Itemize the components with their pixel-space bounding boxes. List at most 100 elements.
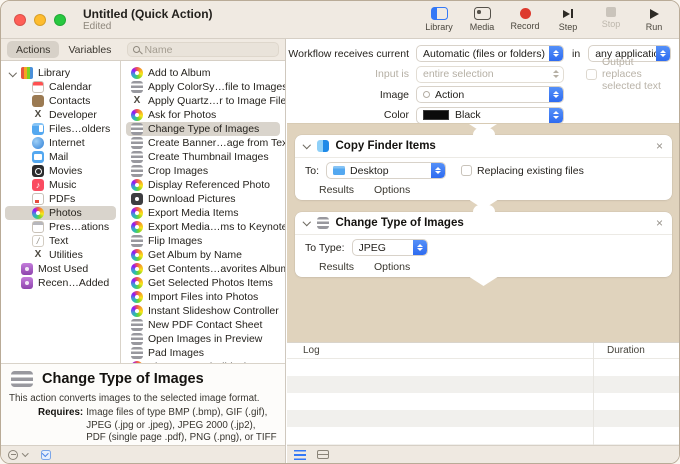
replacing-files-checkbox[interactable] [461, 165, 472, 176]
mail-icon [32, 151, 44, 163]
sidebar-item-utilities[interactable]: XUtilities [1, 248, 120, 262]
sidebar-item-photos[interactable]: Photos [5, 206, 116, 220]
action-item-display-referenced-photo[interactable]: Display Referenced Photo [121, 178, 285, 192]
sidebar-item-label: Utilities [49, 249, 83, 261]
description-body: This action converts images to the selec… [9, 393, 277, 404]
search-field[interactable] [127, 42, 279, 57]
action-item-label: Get Album by Name [148, 249, 242, 261]
chevron-down-icon[interactable] [22, 450, 28, 456]
action-item-pad-images[interactable]: Pad Images [121, 346, 285, 360]
sidebar-item-pres-ations[interactable]: Pres…ations [1, 220, 120, 234]
sidebar-item-most-used[interactable]: Most Used [1, 262, 120, 276]
step-toolbar-button[interactable]: Step [553, 7, 583, 32]
photos-icon [32, 207, 44, 219]
action-item-create-thumbnail-images[interactable]: Create Thumbnail Images [121, 150, 285, 164]
sidebar-item-calendar[interactable]: Calendar [1, 80, 120, 94]
sidebar-item-pdfs[interactable]: PDFs [1, 192, 120, 206]
window-title: Untitled (Quick Action) [83, 7, 213, 21]
action-item-get-selected-photos-items[interactable]: Get Selected Photos Items [121, 276, 285, 290]
color-popup[interactable]: Black [416, 107, 564, 124]
action-menu-icon[interactable] [8, 450, 18, 460]
traffic-lights [14, 14, 66, 26]
image-type-popup[interactable]: JPEG [352, 239, 428, 256]
action-item-ask-for-photos[interactable]: Ask for Photos [121, 108, 285, 122]
popup-stepper-icon [549, 46, 563, 61]
action-item-label: Import Files into Photos [148, 291, 258, 303]
action-item-change-type-of-images[interactable]: Change Type of Images [126, 122, 280, 136]
sidebar-item-label: Calendar [49, 81, 92, 93]
action-item-crop-images[interactable]: Crop Images [121, 164, 285, 178]
remove-action-button[interactable]: × [656, 216, 663, 230]
run-toolbar-button[interactable]: Run [639, 7, 669, 32]
action-item-download-pictures[interactable]: Download Pictures [121, 192, 285, 206]
record-toolbar-label: Record [510, 21, 539, 31]
results-link[interactable]: Results [319, 184, 354, 196]
action-item-import-files-into-photos[interactable]: Import Files into Photos [121, 290, 285, 304]
action-item-apply-colorsy-file-to-images[interactable]: Apply ColorSy…file to Images [121, 80, 285, 94]
sidebar-item-label: Mail [49, 151, 68, 163]
tab-actions[interactable]: Actions [7, 41, 59, 58]
sidebar-item-files-olders[interactable]: Files…olders [1, 122, 120, 136]
results-link[interactable]: Results [319, 261, 354, 273]
replacing-files-checkbox-group[interactable]: Replacing existing files [461, 165, 584, 177]
sidebar-item-label: Library [38, 67, 70, 79]
chevron-down-icon[interactable] [9, 68, 17, 76]
workflow-receives-popup[interactable]: Automatic (files or folders) [416, 45, 564, 62]
options-link[interactable]: Options [374, 261, 410, 273]
collapse-chevron-icon[interactable] [303, 218, 311, 226]
sidebar-item-library[interactable]: Library [1, 66, 120, 80]
destination-popup[interactable]: Desktop [326, 162, 446, 179]
convert-icon [131, 235, 143, 247]
action-item-create-banner-age-from-text[interactable]: Create Banner…age from Text [121, 136, 285, 150]
image-popup[interactable]: Action [416, 86, 564, 103]
action-item-open-images-in-preview[interactable]: Open Images in Preview [121, 332, 285, 346]
collapse-chevron-icon[interactable] [303, 141, 311, 149]
action-item-apply-quartz-r-to-image-files[interactable]: XApply Quartz…r to Image Files [121, 94, 285, 108]
record-toolbar-button[interactable]: Record [510, 7, 540, 32]
minimize-window-button[interactable] [34, 14, 46, 26]
action-item-label: Create Thumbnail Images [148, 151, 269, 163]
close-window-button[interactable] [14, 14, 26, 26]
action-item-export-media-items[interactable]: Export Media Items [121, 206, 285, 220]
folderdoc-icon [32, 123, 44, 135]
action-item-get-album-by-name[interactable]: Get Album by Name [121, 248, 285, 262]
action-item-instant-slideshow-controller[interactable]: Instant Slideshow Controller [121, 304, 285, 318]
sidebar-item-text[interactable]: /Text [1, 234, 120, 248]
sidebar-item-label: Pres…ations [49, 221, 109, 233]
sidebar-item-label: Most Used [38, 263, 88, 275]
tab-variables[interactable]: Variables [59, 41, 120, 58]
action-item-add-to-album[interactable]: Add to Album [121, 66, 285, 80]
log-empty-row [287, 393, 679, 410]
zoom-window-button[interactable] [54, 14, 66, 26]
remove-action-button[interactable]: × [656, 139, 663, 153]
sidebar-item-music[interactable]: ♪Music [1, 178, 120, 192]
sidebar-item-internet[interactable]: Internet [1, 136, 120, 150]
convert-images-icon [317, 217, 329, 229]
action-item-export-media-ms-to-keynote[interactable]: Export Media…ms to Keynote [121, 220, 285, 234]
sidebar-item-mail[interactable]: Mail [1, 150, 120, 164]
sidebar-item-developer[interactable]: XDeveloper [1, 108, 120, 122]
photos-icon [131, 277, 143, 289]
action-card-copy-finder-items: Copy Finder Items × To: Desktop Replacin… [295, 135, 672, 200]
sidebar-item-contacts[interactable]: Contacts [1, 94, 120, 108]
run-triangle-icon [650, 7, 659, 20]
step-toolbar-label: Step [559, 22, 578, 32]
photos-icon [131, 179, 143, 191]
stop-toolbar-label: Stop [602, 19, 621, 29]
sidebar-item-label: Files…olders [49, 123, 110, 135]
action-item-get-contents-avorites-album[interactable]: Get Contents…avorites Album [121, 262, 285, 276]
log-pane-view-icon[interactable] [317, 450, 329, 459]
requires-label: Requires: [38, 407, 83, 445]
log-list-view-icon[interactable] [294, 450, 306, 460]
library-toolbar-button[interactable]: Library [424, 7, 454, 32]
toggle-description-icon[interactable] [41, 450, 51, 460]
sidebar-item-movies[interactable]: Movies [1, 164, 120, 178]
search-input[interactable] [144, 44, 273, 56]
sidebar-item-recen-added[interactable]: Recen…Added [1, 276, 120, 290]
action-item-label: Get Selected Photos Items [148, 277, 273, 289]
action-item-new-pdf-contact-sheet[interactable]: New PDF Contact Sheet [121, 318, 285, 332]
options-link[interactable]: Options [374, 184, 410, 196]
action-item-label: Ask for Photos [148, 109, 216, 121]
action-item-flip-images[interactable]: Flip Images [121, 234, 285, 248]
media-toolbar-button[interactable]: Media [467, 7, 497, 32]
